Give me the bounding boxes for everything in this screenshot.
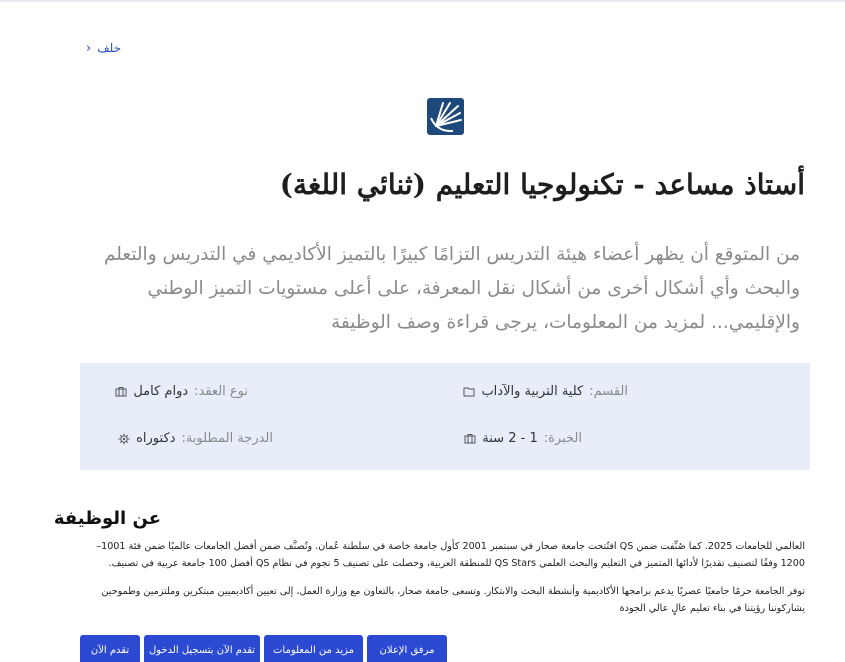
info-degree: الدرجة المطلوبة: دكتوراه	[118, 431, 273, 446]
folder-icon	[463, 387, 475, 397]
info-experience: الخبرة: 1 - 2 سنة	[464, 431, 582, 446]
about-heading: عن الوظيفة	[53, 508, 161, 529]
university-logo	[427, 98, 464, 135]
contract-label: نوع العقد:	[194, 384, 248, 399]
department-label: القسم:	[589, 384, 628, 399]
experience-value: 1 - 2 سنة	[482, 431, 538, 446]
contract-value: دوام كامل	[133, 384, 189, 399]
degree-label: الدرجة المطلوبة:	[181, 431, 273, 446]
info-department: القسم: كلية التربية والآداب	[463, 384, 628, 399]
top-border	[0, 0, 845, 2]
department-value: كلية التربية والآداب	[481, 384, 584, 399]
more-info-button[interactable]: مزيد من المعلومات	[264, 635, 363, 662]
apply-button[interactable]: تقدم الآن	[80, 635, 140, 662]
job-title: أستاذ مساعد - تكنولوجيا التعليم (ثنائي ا…	[279, 168, 805, 201]
about-paragraph: توفر الجامعة حرمًا جامعيًا عصريًا يدعم ب…	[101, 586, 806, 614]
chevron-left-icon: ‹	[86, 40, 92, 56]
experience-label: الخبرة:	[543, 431, 582, 446]
apply-login-button[interactable]: تقدم الآن بتسجيل الدخول	[144, 635, 260, 662]
attachment-button[interactable]: مرفق الإعلان	[367, 635, 447, 662]
back-label: خلف	[97, 41, 122, 55]
action-buttons: تقدم الآن تقدم الآن بتسجيل الدخول مزيد م…	[80, 635, 447, 662]
briefcase-icon	[464, 434, 476, 444]
gear-icon	[118, 433, 130, 444]
back-link[interactable]: خلف ‹	[86, 41, 121, 55]
job-info-box: القسم: كلية التربية والآداب نوع العقد: د…	[80, 363, 810, 470]
about-paragraph: العالمي للجامعات 2025. كما صُنِّفت ضمن Q…	[96, 541, 805, 569]
briefcase-icon	[115, 387, 127, 397]
info-contract: نوع العقد: دوام كامل	[115, 384, 248, 399]
degree-value: دكتوراه	[136, 431, 176, 446]
job-intro: من المتوقع أن يظهر أعضاء هيئة التدريس ال…	[103, 244, 800, 333]
